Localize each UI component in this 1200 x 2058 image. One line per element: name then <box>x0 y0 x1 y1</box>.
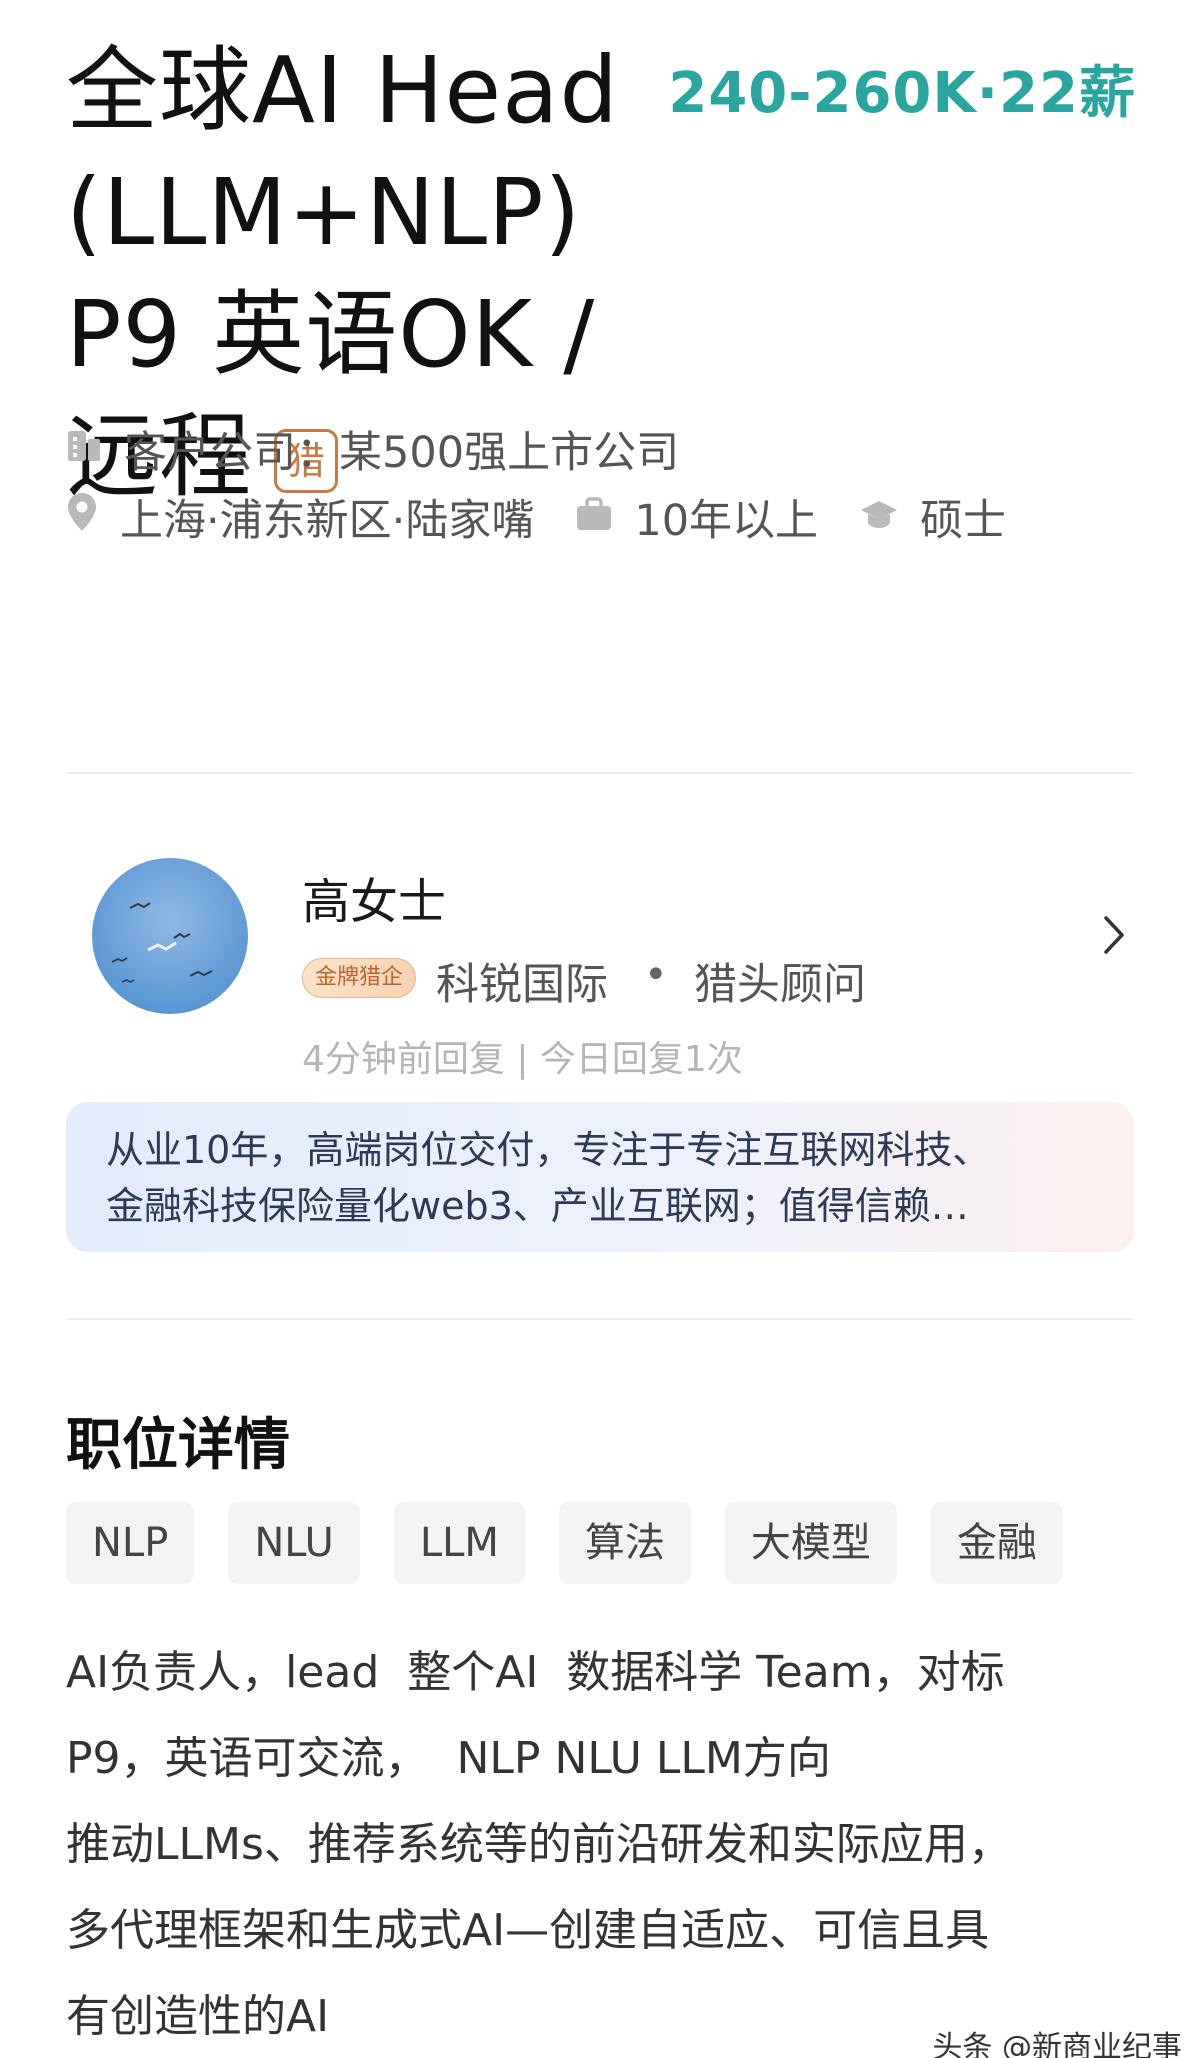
skill-tag: NLU <box>228 1502 360 1584</box>
job-title-line-2: (LLM+NLP) <box>66 159 582 266</box>
job-description-line: 推动LLMs、推荐系统等的前沿研发和实际应用， <box>66 1819 1012 1870</box>
skill-tags: NLP NLU LLM 算法 大模型 金融 <box>66 1502 1063 1584</box>
recruiter-avatar[interactable] <box>92 858 248 1014</box>
experience-text: 10年以上 <box>634 496 819 546</box>
client-company: 客户公司：某500强上市公司 <box>124 428 680 478</box>
education-text: 硕士 <box>920 496 1007 546</box>
client-company-row: 客户公司：某500强上市公司 <box>66 418 679 480</box>
recruiter-company: 科锐国际 <box>436 960 608 1010</box>
skill-tag: 金融 <box>930 1502 1063 1584</box>
job-requirements-row: 上海·浦东新区·陆家嘴 10年以上 硕士 <box>66 486 1006 548</box>
job-description: AI负责人，lead 整个AI 数据科学 Team，对标 P9，英语可交流， N… <box>66 1630 1146 2058</box>
section-divider <box>66 772 1134 774</box>
skill-tag: 算法 <box>558 1502 691 1584</box>
chevron-right-icon[interactable] <box>1094 910 1134 960</box>
job-description-line: 多代理框架和生成式AI—创建自适应、可信且具 <box>66 1905 990 1956</box>
location-item: 上海·浦东新区·陆家嘴 <box>66 486 534 548</box>
recruiter-intro-line-2: 金融科技保险量化web3、产业互联网；值得信赖… <box>106 1184 969 1228</box>
gold-agency-badge: 金牌猎企 <box>302 958 417 998</box>
map-pin-icon <box>66 492 98 543</box>
recruiter-name: 高女士 <box>302 874 447 930</box>
recruiter-role: 猎头顾问 <box>694 960 866 1010</box>
skill-tag: 大模型 <box>724 1502 897 1584</box>
salary-range: 240-260K·22薪 <box>668 61 1136 126</box>
building-icon <box>66 424 102 474</box>
location-text: 上海·浦东新区·陆家嘴 <box>120 496 535 546</box>
recruiter-intro[interactable]: 从业10年，高端岗位交付，专注于专注互联网科技、 金融科技保险量化web3、产业… <box>66 1102 1134 1252</box>
recruiter-intro-line-1: 从业10年，高端岗位交付，专注于专注互联网科技、 <box>106 1128 991 1172</box>
job-details-heading: 职位详情 <box>66 1413 290 1478</box>
skill-tag: NLP <box>66 1502 195 1584</box>
briefcase-icon <box>576 492 612 542</box>
recruiter-reply-status: 4分钟前回复 | 今日回复1次 <box>302 1039 743 1080</box>
job-description-line: AI负责人，lead 整个AI 数据科学 Team，对标 <box>66 1647 1005 1698</box>
skill-tag: LLM <box>393 1502 525 1584</box>
graduation-cap-icon <box>860 492 898 542</box>
job-title-line-3: P9 英语OK / <box>66 281 596 388</box>
job-title-line-1: 全球AI Head <box>66 37 619 144</box>
separator-dot: • <box>644 952 668 998</box>
education-item: 硕士 <box>860 486 1006 548</box>
section-divider <box>66 1318 1134 1320</box>
experience-item: 10年以上 <box>576 486 818 548</box>
watermark: 头条 @新商业纪事 <box>932 2030 1182 2058</box>
job-description-line: P9，英语可交流， NLP NLU LLM方向 <box>66 1733 831 1784</box>
